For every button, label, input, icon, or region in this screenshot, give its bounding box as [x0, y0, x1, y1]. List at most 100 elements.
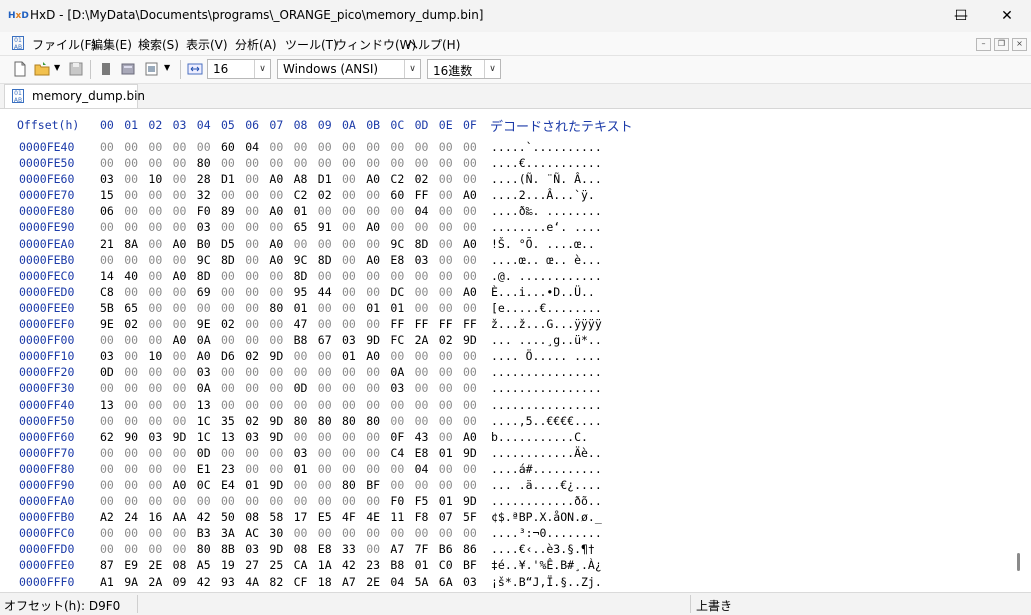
hex-byte[interactable]: 00 [390, 349, 404, 363]
hex-byte[interactable]: 3A [221, 526, 235, 540]
hex-byte[interactable]: 01 [294, 204, 308, 218]
hex-byte[interactable]: 00 [124, 172, 138, 186]
hex-byte[interactable]: 00 [173, 188, 187, 202]
hex-byte[interactable]: 00 [245, 317, 259, 331]
hex-byte[interactable]: 00 [100, 156, 114, 170]
hex-byte[interactable]: 00 [390, 140, 404, 154]
hex-byte[interactable]: 03 [197, 220, 211, 234]
hex-byte[interactable]: 00 [173, 462, 187, 476]
disk-editor-icon[interactable] [120, 61, 136, 77]
hex-byte[interactable]: 50 [221, 510, 235, 524]
hex-byte[interactable]: 00 [463, 414, 477, 428]
hex-byte[interactable]: 00 [294, 156, 308, 170]
hex-byte[interactable]: 8D [318, 253, 332, 267]
hex-byte[interactable]: 00 [342, 220, 356, 234]
hex-byte[interactable]: 21 [100, 237, 114, 251]
hex-byte[interactable]: C2 [294, 188, 308, 202]
document-icon[interactable]: 01 AB [12, 36, 24, 51]
hex-byte[interactable]: 00 [221, 398, 235, 412]
hex-byte[interactable]: 00 [148, 220, 162, 234]
hex-byte[interactable]: 01 [439, 494, 453, 508]
hex-byte[interactable]: 03 [294, 446, 308, 460]
hex-byte[interactable]: 00 [173, 220, 187, 234]
hex-byte[interactable]: 27 [245, 558, 259, 572]
hex-byte[interactable]: 8B [221, 542, 235, 556]
hex-byte[interactable]: 00 [124, 156, 138, 170]
hex-byte[interactable]: 00 [100, 253, 114, 267]
hex-byte[interactable]: A0 [463, 237, 477, 251]
hex-byte[interactable]: 43 [415, 430, 429, 444]
hex-byte[interactable]: 00 [245, 462, 259, 476]
hex-byte[interactable]: 00 [318, 430, 332, 444]
hex-byte[interactable]: 00 [463, 140, 477, 154]
hex-byte[interactable]: 00 [439, 398, 453, 412]
hex-byte[interactable]: 01 [439, 446, 453, 460]
hex-byte[interactable]: 04 [415, 204, 429, 218]
hex-byte[interactable]: C2 [390, 172, 404, 186]
hex-byte[interactable]: 00 [342, 285, 356, 299]
mdi-close-button[interactable]: × [1012, 38, 1027, 51]
hex-byte[interactable]: FF [415, 188, 429, 202]
hex-byte[interactable]: 4E [366, 510, 380, 524]
hex-byte[interactable]: 00 [342, 156, 356, 170]
hex-byte[interactable]: D1 [318, 172, 332, 186]
hex-byte[interactable]: 00 [294, 430, 308, 444]
hex-byte[interactable]: A0 [463, 430, 477, 444]
hex-byte[interactable]: 00 [173, 156, 187, 170]
hex-byte[interactable]: 00 [148, 478, 162, 492]
hex-byte[interactable]: 86 [463, 542, 477, 556]
decoded-text[interactable]: ....œ.. œ.. è... [491, 253, 602, 267]
hex-byte[interactable]: 91 [318, 220, 332, 234]
decoded-text[interactable]: ‡é..¥.'%Ê.B#¸.À¿ [491, 558, 602, 572]
hex-byte[interactable]: 62 [100, 430, 114, 444]
hex-byte[interactable]: 47 [294, 317, 308, 331]
hex-byte[interactable]: 00 [294, 526, 308, 540]
hex-byte[interactable]: 08 [294, 542, 308, 556]
decoded-text[interactable]: !Š. °Õ. ....œ.. [491, 237, 602, 251]
hex-byte[interactable]: 00 [463, 462, 477, 476]
hex-byte[interactable]: 00 [124, 285, 138, 299]
hex-byte[interactable]: 00 [463, 526, 477, 540]
hex-byte[interactable]: E8 [318, 542, 332, 556]
hex-byte[interactable]: BF [366, 478, 380, 492]
hex-byte[interactable]: 00 [318, 381, 332, 395]
hex-byte[interactable]: 00 [439, 140, 453, 154]
hex-byte[interactable]: 00 [221, 301, 235, 315]
hex-byte[interactable]: 00 [294, 494, 308, 508]
hex-byte[interactable]: 00 [221, 285, 235, 299]
hex-byte[interactable]: 00 [148, 414, 162, 428]
hex-byte[interactable]: 02 [439, 333, 453, 347]
hex-byte[interactable]: 87 [100, 558, 114, 572]
hex-byte[interactable]: 00 [463, 269, 477, 283]
hex-byte[interactable]: A0 [197, 349, 211, 363]
hex-byte[interactable]: 00 [366, 140, 380, 154]
menu-analysis[interactable]: 分析(A) [235, 36, 277, 53]
hex-byte[interactable]: F0 [197, 204, 211, 218]
hex-byte[interactable]: 00 [124, 188, 138, 202]
hex-byte[interactable]: 02 [245, 349, 259, 363]
hex-byte[interactable]: 80 [269, 301, 283, 315]
hex-byte[interactable]: A0 [173, 269, 187, 283]
menu-window[interactable]: ウィンドウ(W) [335, 36, 416, 53]
hex-byte[interactable]: 00 [197, 140, 211, 154]
maximize-button[interactable]: ☐ [938, 0, 984, 32]
hex-byte[interactable]: 03 [100, 172, 114, 186]
hex-byte[interactable]: 03 [148, 430, 162, 444]
hex-byte[interactable]: 00 [366, 494, 380, 508]
hex-byte[interactable]: 8D [221, 253, 235, 267]
hex-byte[interactable]: 00 [124, 333, 138, 347]
hex-byte[interactable]: 00 [245, 172, 259, 186]
hex-byte[interactable]: 00 [269, 381, 283, 395]
hex-byte[interactable]: 00 [294, 140, 308, 154]
menu-tools[interactable]: ツール(T) [285, 36, 338, 53]
hex-byte[interactable]: 00 [390, 220, 404, 234]
hex-byte[interactable]: 19 [221, 558, 235, 572]
hex-byte[interactable]: 0A [390, 365, 404, 379]
hex-byte[interactable]: 00 [221, 494, 235, 508]
hex-byte[interactable]: 00 [148, 542, 162, 556]
hex-byte[interactable]: 00 [318, 462, 332, 476]
hex-byte[interactable]: 00 [439, 172, 453, 186]
hex-byte[interactable]: 33 [342, 542, 356, 556]
hex-byte[interactable]: E4 [221, 478, 235, 492]
hex-byte[interactable]: 65 [124, 301, 138, 315]
